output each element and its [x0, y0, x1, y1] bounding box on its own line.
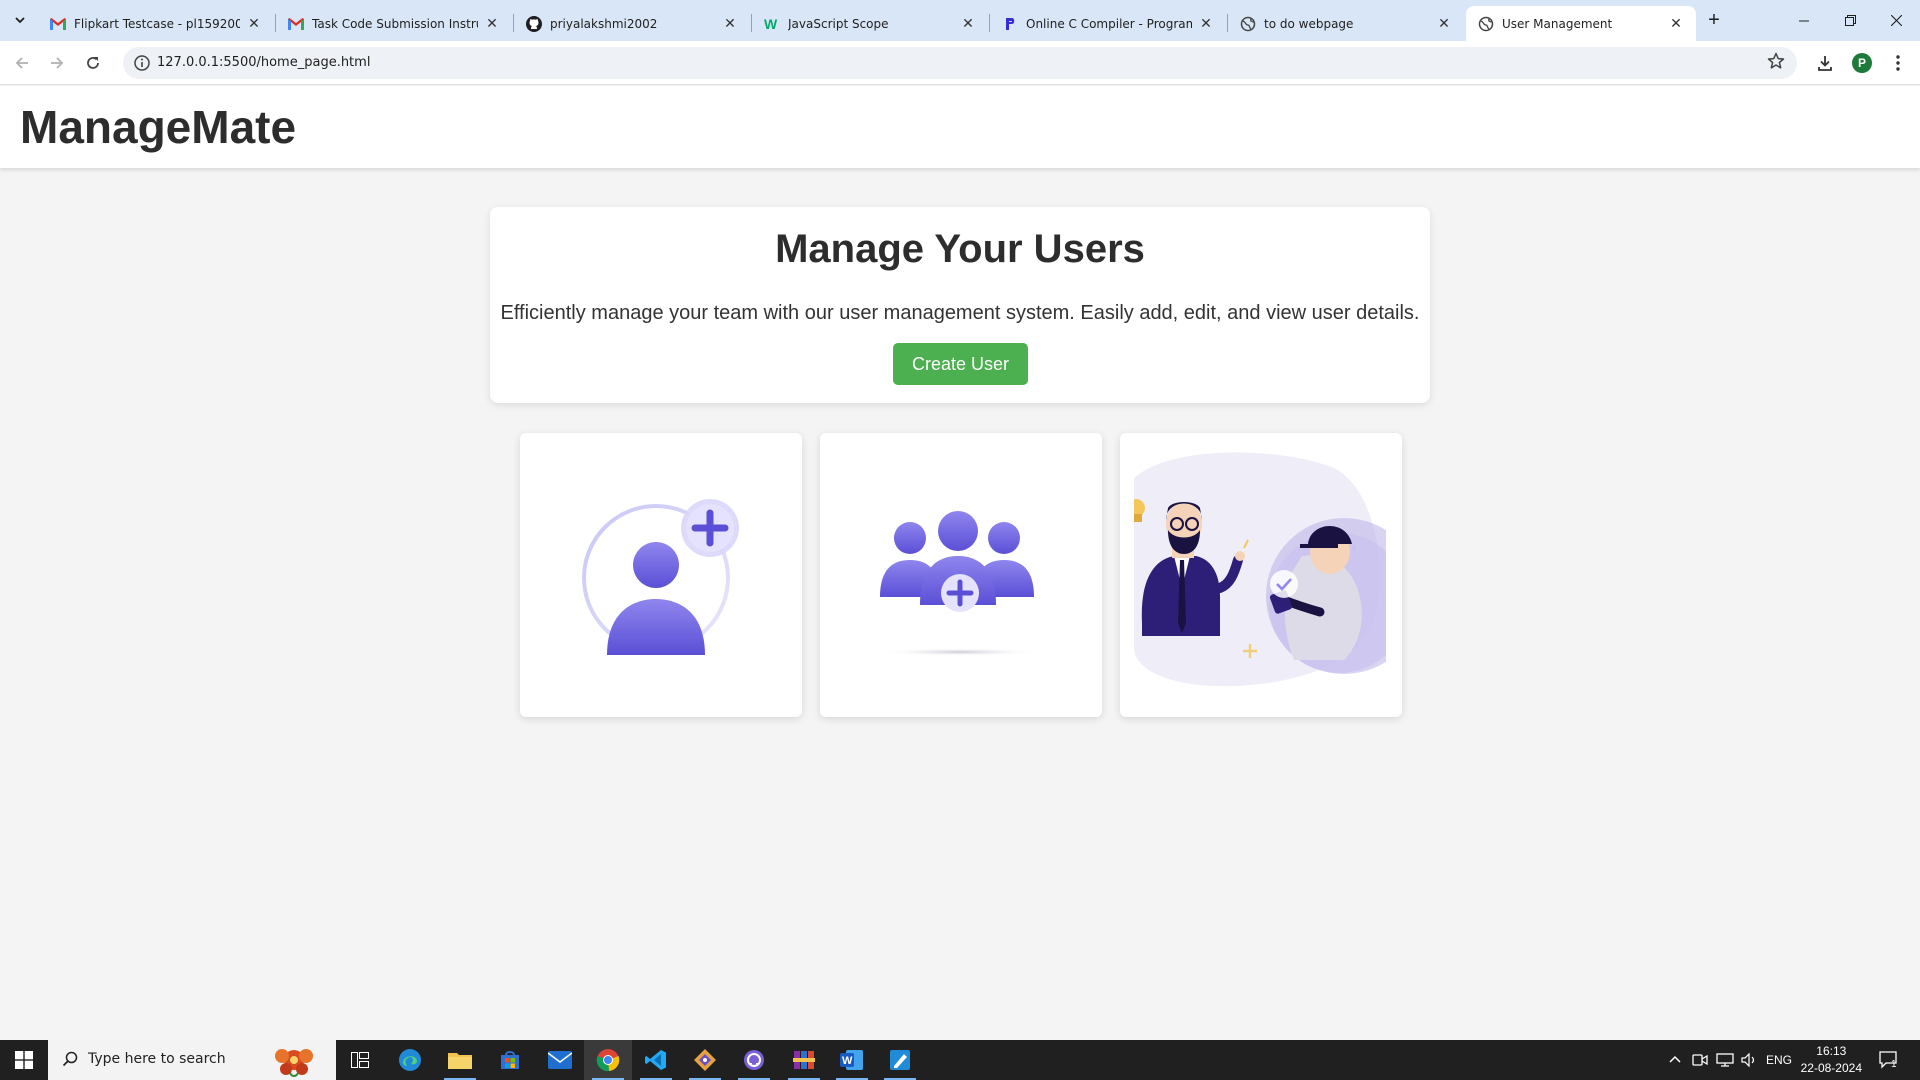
drawing-app-icon[interactable]: [876, 1040, 924, 1080]
address-bar[interactable]: 127.0.0.1:5500/home_page.html: [123, 47, 1797, 79]
file-explorer-icon[interactable]: [436, 1040, 484, 1080]
feature-card-collaboration: [1120, 433, 1402, 717]
browser-toolbar: 127.0.0.1:5500/home_page.html P: [0, 41, 1920, 85]
tab-title: priyalakshmi2002: [550, 16, 658, 31]
tab-to-do-webpage[interactable]: to do webpage ✕: [1228, 6, 1464, 41]
restore-button[interactable]: [1827, 0, 1873, 41]
taskbar-search-box[interactable]: Type here to search: [48, 1040, 336, 1080]
notification-count: 1: [1891, 1059, 1897, 1070]
profile-initial: P: [1852, 53, 1872, 73]
language-indicator[interactable]: ENG: [1766, 1040, 1792, 1080]
feature-card-add-team: [820, 433, 1102, 717]
gmail-icon: [288, 16, 304, 32]
winrar-icon[interactable]: [780, 1040, 828, 1080]
volume-icon[interactable]: [1741, 1040, 1757, 1080]
back-button[interactable]: [8, 49, 36, 77]
svg-text:W: W: [842, 1055, 853, 1067]
w3schools-icon: W: [764, 16, 780, 32]
close-icon[interactable]: ✕: [246, 15, 262, 32]
github-icon: [526, 15, 542, 32]
gmail-icon: [50, 16, 66, 32]
tab-github-profile[interactable]: priyalakshmi2002 ✕: [514, 6, 750, 41]
team-collaboration-illustration: [1134, 448, 1386, 702]
downloads-icon[interactable]: [1811, 49, 1839, 77]
url-text: 127.0.0.1:5500/home_page.html: [157, 55, 371, 70]
search-placeholder: Type here to search: [88, 1051, 226, 1067]
close-window-button[interactable]: [1873, 0, 1919, 41]
search-icon: [62, 1051, 78, 1072]
show-hidden-icons-chevron[interactable]: [1668, 1040, 1682, 1080]
new-tab-button[interactable]: +: [1702, 8, 1726, 32]
chrome-icon[interactable]: [584, 1040, 632, 1080]
profile-avatar[interactable]: P: [1848, 49, 1876, 77]
minimize-button[interactable]: [1781, 0, 1827, 41]
create-user-button[interactable]: Create User: [893, 343, 1028, 385]
bookmark-star-icon[interactable]: [1767, 52, 1785, 75]
site-logo[interactable]: ManageMate: [20, 100, 296, 154]
site-info-icon[interactable]: [133, 54, 151, 72]
programiz-icon: [1002, 16, 1018, 32]
hero-title: Manage Your Users: [775, 227, 1145, 271]
taskbar-clock[interactable]: 16:13 22-08-2024: [1801, 1043, 1862, 1077]
globe-icon: [1478, 16, 1494, 32]
task-view-icon[interactable]: [336, 1040, 384, 1080]
tab-javascript-scope[interactable]: W JavaScript Scope ✕: [752, 6, 988, 41]
close-icon[interactable]: ✕: [960, 15, 976, 32]
tab-flipkart-testcase[interactable]: Flipkart Testcase - pl1592002@ ✕: [38, 6, 274, 41]
globe-icon: [1240, 16, 1256, 32]
meet-now-icon[interactable]: [1692, 1040, 1708, 1080]
windows-taskbar: Type here to search W ENG 16:13 22-08-20…: [0, 1040, 1920, 1080]
add-user-illustration: [534, 448, 786, 702]
close-icon[interactable]: ✕: [484, 15, 500, 32]
close-icon[interactable]: ✕: [1198, 15, 1214, 32]
feature-card-add-user: [520, 433, 802, 717]
git-tool-icon[interactable]: [681, 1040, 729, 1080]
hero-card: Manage Your Users Efficiently manage you…: [490, 207, 1430, 403]
tab-title: Online C Compiler - Programiz: [1026, 16, 1192, 31]
microsoft-store-icon[interactable]: [486, 1040, 534, 1080]
word-icon[interactable]: W: [828, 1040, 876, 1080]
tab-title: Task Code Submission Instructi: [312, 16, 478, 31]
site-header: ManageMate: [0, 86, 1920, 168]
reload-button[interactable]: [79, 49, 107, 77]
tab-user-management[interactable]: User Management ✕: [1466, 6, 1696, 41]
close-icon[interactable]: ✕: [1668, 15, 1684, 32]
clock-date: 22-08-2024: [1800, 1061, 1862, 1075]
tab-title: User Management: [1502, 16, 1613, 31]
kebab-menu-icon[interactable]: [1884, 49, 1912, 77]
tab-task-code-submission[interactable]: Task Code Submission Instructi ✕: [276, 6, 512, 41]
mail-icon[interactable]: [536, 1040, 584, 1080]
notification-center-icon[interactable]: 1: [1878, 1040, 1900, 1080]
hero-description: Efficiently manage your team with our us…: [500, 302, 1420, 324]
vscode-icon[interactable]: [632, 1040, 680, 1080]
close-icon[interactable]: ✕: [722, 15, 738, 32]
browser-tab-strip: Flipkart Testcase - pl1592002@ ✕ Task Co…: [0, 0, 1920, 41]
svg-text:W: W: [764, 16, 778, 32]
windows-start-button[interactable]: [0, 1040, 48, 1080]
network-icon[interactable]: [1716, 1040, 1734, 1080]
clock-time: 16:13: [1816, 1044, 1847, 1058]
tab-title: JavaScript Scope: [788, 16, 889, 31]
add-team-illustration: [834, 448, 1086, 702]
tab-title: to do webpage: [1264, 16, 1354, 31]
edge-browser-icon[interactable]: [386, 1040, 434, 1080]
tab-title: Flipkart Testcase - pl1592002@: [74, 16, 240, 31]
tab-search-chevron-icon[interactable]: [8, 8, 32, 32]
forward-button[interactable]: [43, 49, 71, 77]
page-viewport: ManageMate Manage Your Users Efficiently…: [0, 86, 1920, 1040]
github-desktop-icon[interactable]: [730, 1040, 778, 1080]
tab-online-c-compiler[interactable]: Online C Compiler - Programiz ✕: [990, 6, 1226, 41]
close-icon[interactable]: ✕: [1436, 15, 1452, 32]
search-highlight-icon: [270, 1043, 318, 1080]
